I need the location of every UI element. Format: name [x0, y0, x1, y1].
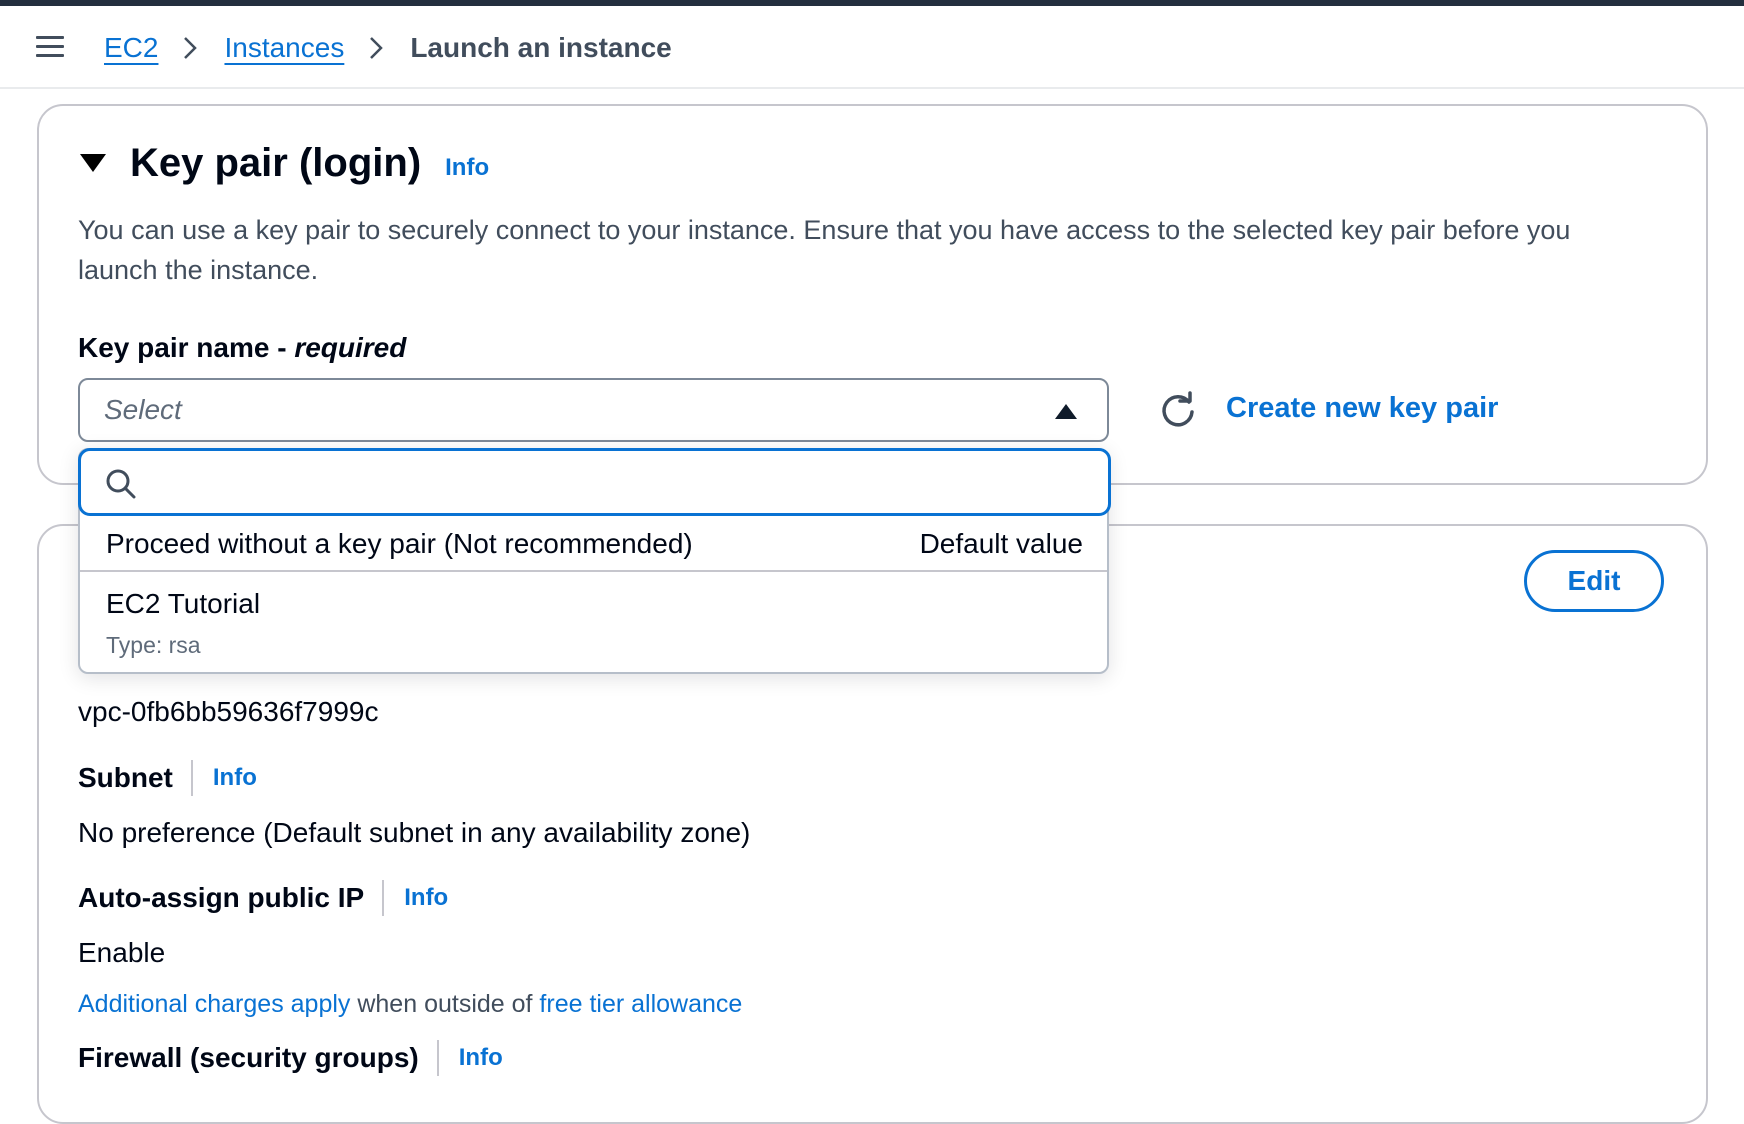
divider	[382, 880, 385, 916]
vpc-value: vpc-0fb6bb59636f7999c	[78, 696, 379, 727]
breadcrumb-ec2[interactable]: EC2	[104, 32, 158, 64]
required-label: required	[294, 332, 407, 363]
breadcrumb-instances[interactable]: Instances	[224, 32, 344, 64]
subnet-value: No preference (Default subnet in any ava…	[78, 817, 751, 848]
divider	[190, 760, 193, 796]
key-pair-name-label: Key pair name - required	[78, 332, 406, 364]
caret-down-icon[interactable]	[80, 154, 106, 172]
public-ip-info-link[interactable]: Info	[404, 884, 448, 912]
subnet-info-link[interactable]: Info	[213, 764, 257, 792]
breadcrumb-bar: EC2 Instances Launch an instance	[0, 6, 1744, 89]
refresh-icon[interactable]	[1158, 390, 1198, 430]
firewall-label-row: Firewall (security groups) Info	[78, 1040, 503, 1076]
firewall-info-link[interactable]: Info	[459, 1044, 503, 1072]
subnet-label: Subnet	[78, 762, 173, 793]
key-pair-select[interactable]: Select	[78, 378, 1109, 442]
public-ip-value: Enable	[78, 937, 166, 968]
key-pair-header[interactable]: Key pair (login) Info	[80, 138, 489, 188]
public-ip-label: Auto-assign public IP	[78, 882, 365, 913]
chevron-right-icon	[182, 35, 198, 61]
key-pair-name-label-text: Key pair name -	[78, 332, 295, 363]
firewall-label: Firewall (security groups)	[78, 1042, 419, 1073]
free-tier-link[interactable]: free tier allowance	[539, 990, 742, 1018]
chevron-right-icon	[368, 35, 384, 61]
key-pair-description: You can use a key pair to securely conne…	[78, 215, 1571, 285]
dropdown-option-no-key-pair[interactable]: Proceed without a key pair (Not recommen…	[80, 516, 1107, 572]
public-ip-label-row: Auto-assign public IP Info	[78, 880, 448, 916]
charges-note: Additional charges apply when outside of…	[78, 990, 742, 1019]
edit-button[interactable]: Edit	[1524, 550, 1664, 612]
search-field[interactable]	[78, 448, 1111, 516]
search-icon	[106, 469, 136, 499]
key-pair-dropdown: Proceed without a key pair (Not recommen…	[78, 448, 1111, 674]
option-label: Proceed without a key pair (Not recommen…	[106, 528, 693, 559]
menu-icon[interactable]	[36, 34, 64, 58]
breadcrumb: EC2 Instances Launch an instance	[104, 6, 672, 89]
option-label: EC2 Tutorial	[106, 588, 261, 619]
divider	[436, 1040, 439, 1076]
additional-charges-link[interactable]: Additional charges apply	[78, 990, 350, 1018]
key-pair-title: Key pair (login)	[130, 140, 422, 185]
dropdown-option-ec2-tutorial[interactable]: EC2 Tutorial Type: rsa	[80, 572, 1107, 672]
option-tag: Default value	[919, 528, 1083, 559]
caret-up-icon	[1055, 404, 1077, 419]
create-new-key-pair-link[interactable]: Create new key pair	[1226, 392, 1498, 425]
search-input[interactable]	[151, 459, 1081, 505]
select-placeholder: Select	[104, 394, 182, 425]
subnet-label-row: Subnet Info	[78, 760, 257, 796]
option-sublabel: Type: rsa	[106, 632, 201, 658]
key-pair-info-link[interactable]: Info	[445, 154, 489, 182]
charges-middle-text: when outside of	[350, 990, 540, 1018]
breadcrumb-current: Launch an instance	[410, 31, 672, 63]
